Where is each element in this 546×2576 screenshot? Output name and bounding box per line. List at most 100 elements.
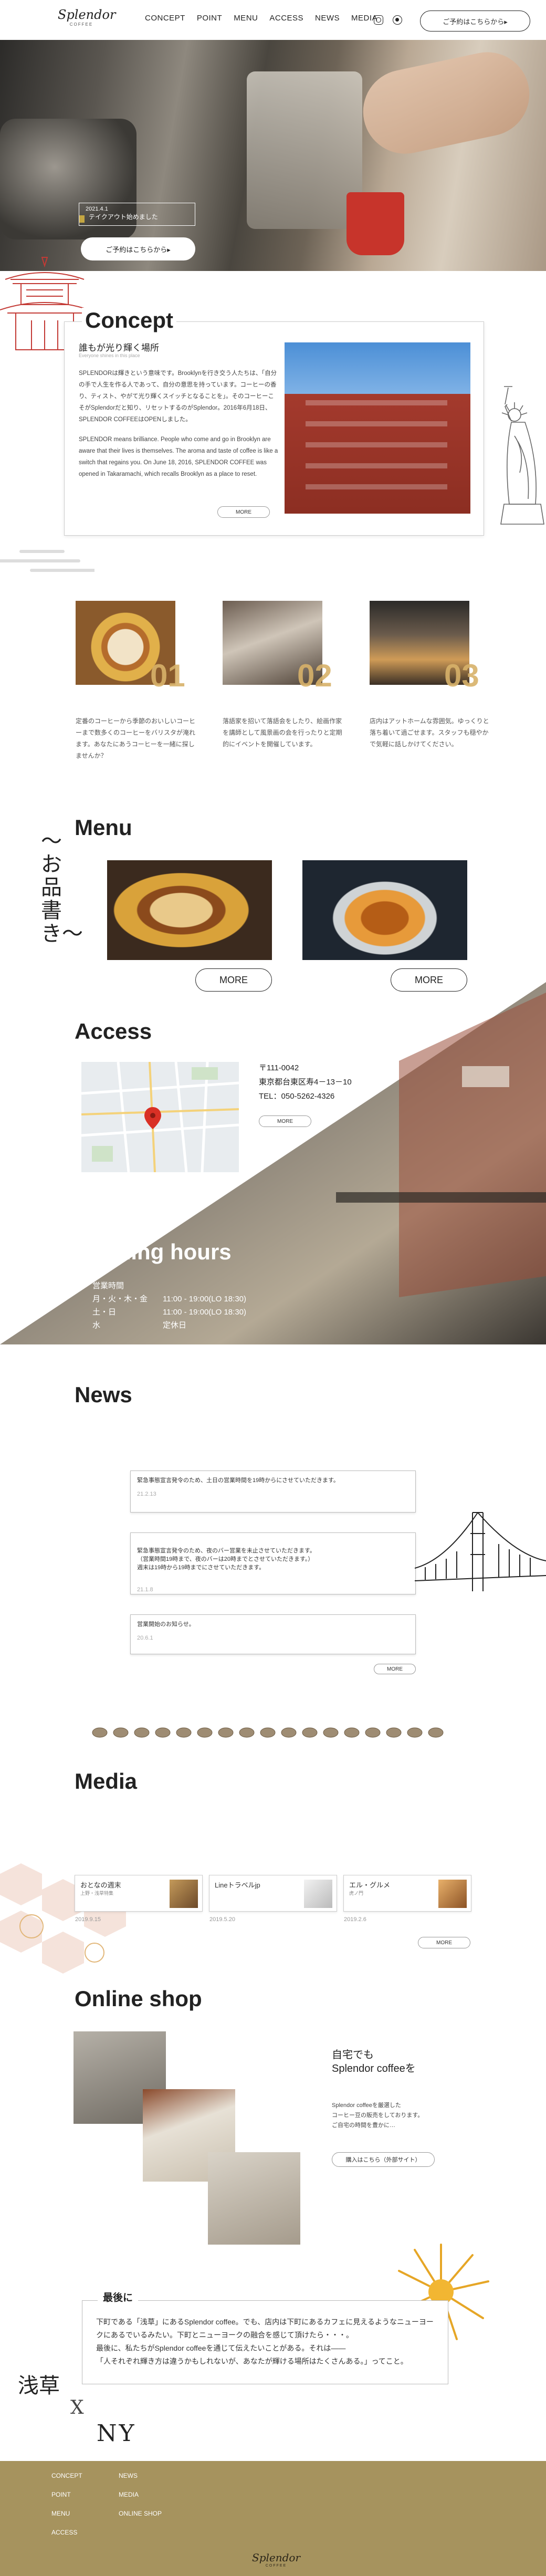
footer-logo-text: Splendor bbox=[252, 2551, 301, 2564]
feature-text: 定番のコーヒーから季節のおいしいコーヒーまで数多くのコーヒーをバリスタが淹れます… bbox=[76, 717, 196, 759]
access-address: 東京都台東区寿4－13－10 bbox=[259, 1078, 352, 1087]
hero-red-pitcher bbox=[346, 192, 404, 255]
hours-time: 定休日 bbox=[163, 1321, 187, 1330]
footer-logo-sub: COFFEE bbox=[265, 2564, 287, 2568]
footer-nav-col: NEWS MEDIA ONLINE SHOP bbox=[119, 2466, 162, 2523]
footer-link-online-shop[interactable]: ONLINE SHOP bbox=[119, 2504, 162, 2523]
shop-title: Online shop bbox=[75, 1986, 202, 2011]
media-thumbnail bbox=[170, 1880, 198, 1908]
nav-access[interactable]: ACCESS bbox=[269, 14, 303, 23]
feature-number: 02 bbox=[297, 658, 332, 693]
asakusa-x-ny-lettering: 浅草 X NY bbox=[18, 2363, 149, 2447]
hours-day: 土・日 bbox=[92, 1308, 117, 1317]
news-item-date: 21.1.8 bbox=[137, 1587, 153, 1593]
hours-row: 水 定休日 bbox=[92, 1319, 246, 1332]
media-item-date: 2019.9.15 bbox=[75, 1916, 101, 1923]
footer-nav-col: CONCEPT POINT MENU ACCESS bbox=[51, 2466, 82, 2542]
nav-point[interactable]: POINT bbox=[197, 14, 222, 23]
hotel-window-row bbox=[306, 400, 447, 405]
hours-row: 土・日 11:00 - 19:00(LO 18:30) bbox=[92, 1306, 246, 1319]
statue-of-liberty-illustration bbox=[500, 386, 544, 525]
x-text: X bbox=[70, 2397, 84, 2418]
shop-heading: 自宅でも Splendor coffeeを bbox=[332, 2048, 416, 2076]
media-title: Media bbox=[75, 1769, 138, 1793]
concept-subtitle: 誰もが光り輝く場所 bbox=[79, 343, 159, 353]
media-thumbnail bbox=[438, 1880, 467, 1908]
hero-news-badge[interactable]: 2021.4.1 テイクアウト始めました bbox=[79, 203, 195, 226]
hotel-window-row bbox=[306, 421, 447, 426]
hero-news-text: テイクアウト始めました bbox=[89, 213, 158, 221]
shop-purchase-button[interactable]: 購入はこちら（外部サイト） bbox=[332, 2152, 435, 2167]
hero-steam bbox=[247, 71, 362, 229]
hours-time: 11:00 - 19:00(LO 18:30) bbox=[163, 1295, 246, 1303]
hours-day: 月・火・木・金 bbox=[92, 1295, 148, 1303]
shop-description: Splendor coffeeを厳選した コーヒー豆の販売をしております。 ご自… bbox=[332, 2101, 423, 2131]
ny-text: NY bbox=[97, 2420, 136, 2447]
news-item-text: 営業開始のお知らせ。 bbox=[137, 1621, 195, 1628]
menu-coffee-photo bbox=[107, 860, 272, 960]
footer-logo[interactable]: Splendor COFFEE bbox=[252, 2551, 300, 2568]
media-item[interactable]: エル・グルメ 虎ノ門 2019.2.6 bbox=[343, 1875, 471, 1923]
footer-link-access[interactable]: ACCESS bbox=[51, 2523, 82, 2542]
hours-row: 月・火・木・金 11:00 - 19:00(LO 18:30) bbox=[92, 1292, 246, 1306]
nav-news[interactable]: NEWS bbox=[315, 14, 340, 23]
news-item[interactable]: 営業開始のお知らせ。 20.6.1 bbox=[130, 1614, 416, 1654]
instagram-icon[interactable] bbox=[374, 15, 383, 25]
page: Splendor COFFEE CONCEPT POINT MENU ACCES… bbox=[0, 0, 546, 2576]
nav-menu[interactable]: MENU bbox=[234, 14, 258, 23]
brooklyn-bridge-illustration bbox=[415, 1512, 546, 1591]
reserve-button-hero[interactable]: ご予約はこちらから▸ bbox=[81, 237, 195, 260]
last-message-line: 最後に、私たちがSplendor coffeeを通じて伝えたいことがある。それは… bbox=[96, 2344, 346, 2352]
concept-hotel-photo bbox=[285, 342, 470, 514]
decorative-cloud-lines bbox=[0, 550, 94, 572]
media-item[interactable]: おとなの週末 上野・浅草特集 2019.9.15 bbox=[75, 1875, 203, 1923]
media-more-button[interactable]: MORE bbox=[418, 1937, 470, 1948]
menu-title: Menu bbox=[75, 815, 132, 840]
footer-link-point[interactable]: POINT bbox=[51, 2485, 82, 2504]
logo-text: Splendor bbox=[58, 7, 116, 22]
access-map[interactable] bbox=[81, 1062, 239, 1172]
access-tel: TEL：050-5262-4326 bbox=[259, 1092, 335, 1101]
concept-more-button[interactable]: MORE bbox=[217, 506, 270, 518]
news-item[interactable]: 緊急事態宣言発令のため、夜のバー営業を未止させていただきます。 （営業時間19時… bbox=[130, 1532, 416, 1594]
media-item-date: 2019.5.20 bbox=[209, 1916, 235, 1923]
site-logo[interactable]: Splendor COFFEE bbox=[58, 7, 116, 32]
news-more-button[interactable]: MORE bbox=[374, 1664, 416, 1674]
feature-text: 店内はアットホームな雰囲気。ゆっくりと落ち着いて過ごせます。スタッフも穏やかで気… bbox=[370, 717, 489, 748]
footer-link-concept[interactable]: CONCEPT bbox=[51, 2466, 82, 2485]
access-title: Access bbox=[75, 1019, 152, 1044]
hours-title: Opening hours bbox=[75, 1239, 232, 1264]
hero-news-accent bbox=[79, 215, 85, 223]
hero-image bbox=[0, 40, 546, 271]
hours-day: 水 bbox=[92, 1321, 101, 1330]
hero-news-date: 2021.4.1 bbox=[86, 206, 108, 212]
tabelog-icon[interactable] bbox=[393, 15, 402, 25]
access-more-button[interactable]: MORE bbox=[259, 1115, 311, 1127]
news-item[interactable]: 緊急事態宣言発令のため、土日の営業時間を19時からにさせていただきます。 21.… bbox=[130, 1470, 416, 1513]
news-title: News bbox=[75, 1382, 132, 1407]
shop-heading-line: Splendor coffeeを bbox=[332, 2063, 416, 2074]
footer-link-news[interactable]: NEWS bbox=[119, 2466, 162, 2485]
hero-barista-arm bbox=[355, 44, 538, 162]
site-header: Splendor COFFEE CONCEPT POINT MENU ACCES… bbox=[0, 0, 546, 40]
footer-link-media[interactable]: MEDIA bbox=[119, 2485, 162, 2504]
access-zip: 〒111-0042 bbox=[259, 1063, 299, 1072]
media-item[interactable]: Lineトラベルjp 2019.5.20 bbox=[209, 1875, 337, 1923]
news-item-text: 緊急事態宣言発令のため、夜のバー営業を未止させていただきます。 （営業時間19時… bbox=[137, 1548, 316, 1571]
access-address-block: 〒111-0042 東京都台東区寿4－13－10 TEL：050-5262-43… bbox=[259, 1061, 352, 1103]
hours-table: 営業時間 月・火・木・金 11:00 - 19:00(LO 18:30) 土・日 1… bbox=[92, 1279, 246, 1332]
feature-text: 落語家を招いて落語会をしたり、絵画作家を講師として風景画の会を行ったりと定期的に… bbox=[223, 717, 342, 748]
footer-link-menu[interactable]: MENU bbox=[51, 2504, 82, 2523]
last-title: 最後に bbox=[98, 2290, 139, 2304]
menu-pudding-photo bbox=[302, 860, 467, 960]
asakusa-text: 浅草 bbox=[18, 2374, 60, 2398]
menu-vertical-caption: 〜お品書き〜 bbox=[41, 829, 83, 946]
concept-subtitle-en: Everyone shines in this place bbox=[79, 353, 140, 358]
hotel-window-row bbox=[306, 484, 447, 489]
reserve-button-header[interactable]: ご予約はこちらから▸ bbox=[420, 11, 530, 32]
media-thumbnail bbox=[304, 1880, 332, 1908]
hours-heading: 営業時間 bbox=[92, 1281, 124, 1290]
news-item-date: 20.6.1 bbox=[137, 1635, 153, 1641]
shop-description-line: コーヒー豆の販売をしております。 bbox=[332, 2112, 424, 2119]
nav-concept[interactable]: CONCEPT bbox=[145, 14, 185, 23]
